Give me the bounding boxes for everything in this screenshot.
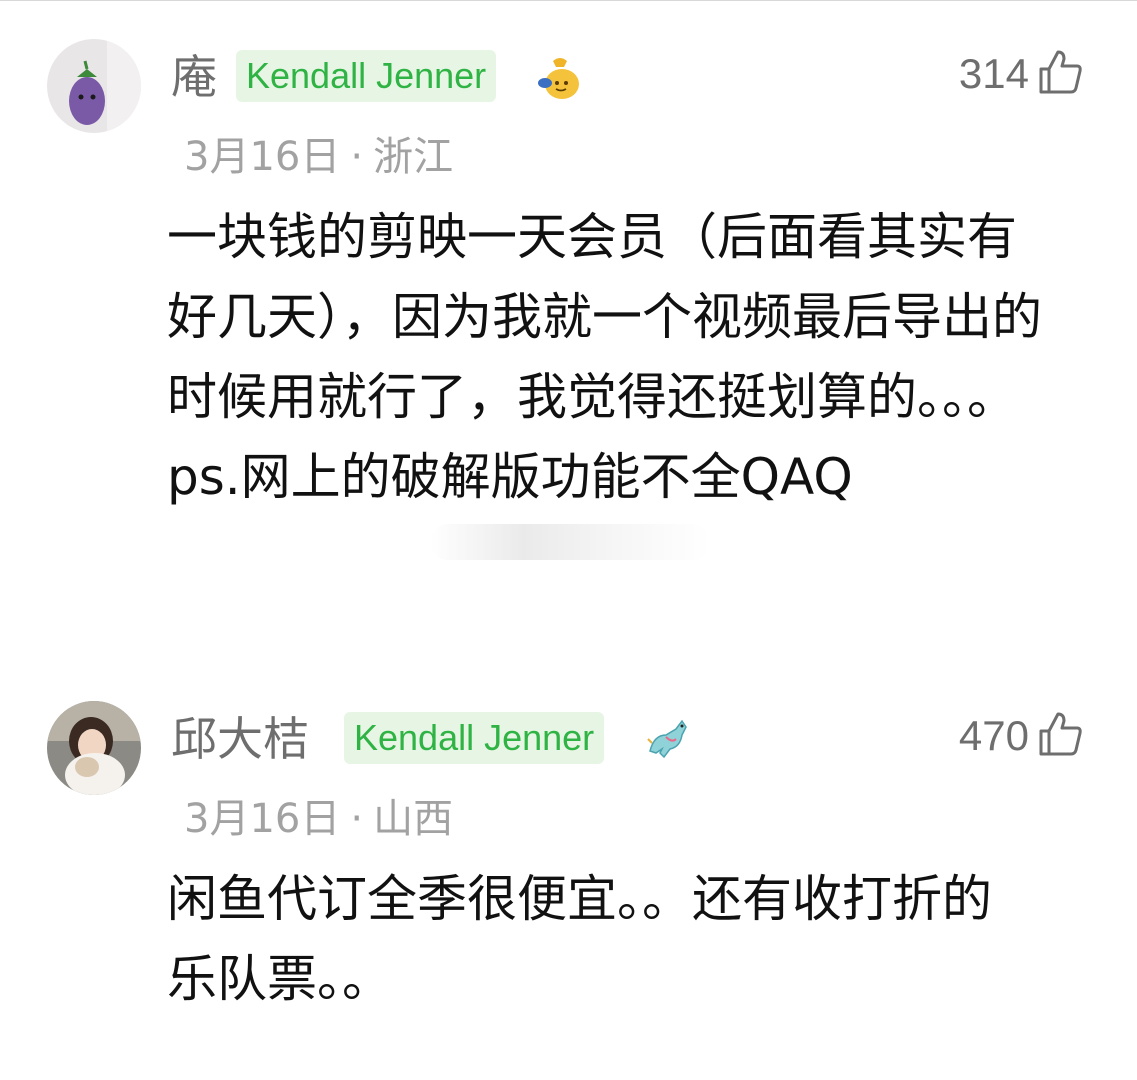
like-control[interactable]: 314	[959, 46, 1085, 102]
comment-location: 山西	[373, 796, 454, 842]
money-bag-icon	[535, 53, 585, 103]
comment-location: 浙江	[373, 134, 454, 180]
avatar[interactable]	[47, 39, 141, 133]
comment-date: 3月16日	[184, 134, 341, 180]
thumbs-up-icon[interactable]	[1035, 47, 1085, 101]
comment-meta: 3月16日 · 浙江	[184, 132, 453, 182]
comment-list: 庵 Kendall Jenner 314 3月16日 · 浙江 一块钱的剪映一天…	[0, 0, 1137, 1080]
image-smudge	[430, 524, 710, 560]
thumbs-up-icon[interactable]	[1035, 709, 1085, 763]
carousel-horse-icon	[642, 713, 692, 763]
user-tag[interactable]: Kendall Jenner	[344, 712, 605, 764]
username[interactable]: 邱大桔	[171, 711, 309, 767]
username[interactable]: 庵	[171, 49, 217, 105]
avatar[interactable]	[47, 701, 141, 795]
like-count: 470	[958, 712, 1029, 759]
comment-meta: 3月16日 · 山西	[184, 794, 453, 844]
comment-date: 3月16日	[184, 796, 341, 842]
meta-separator: ·	[350, 134, 364, 180]
like-control[interactable]: 470	[959, 708, 1085, 764]
like-count: 314	[958, 50, 1029, 97]
user-tag[interactable]: Kendall Jenner	[236, 50, 497, 102]
comment-text: 闲鱼代订全季很便宜。。还有收打折的乐队票。。	[167, 870, 992, 1008]
comment-text: 一块钱的剪映一天会员（后面看其实有好几天），因为我就一个视频最后导出的时候用就行…	[167, 208, 1042, 506]
meta-separator: ·	[350, 796, 364, 842]
